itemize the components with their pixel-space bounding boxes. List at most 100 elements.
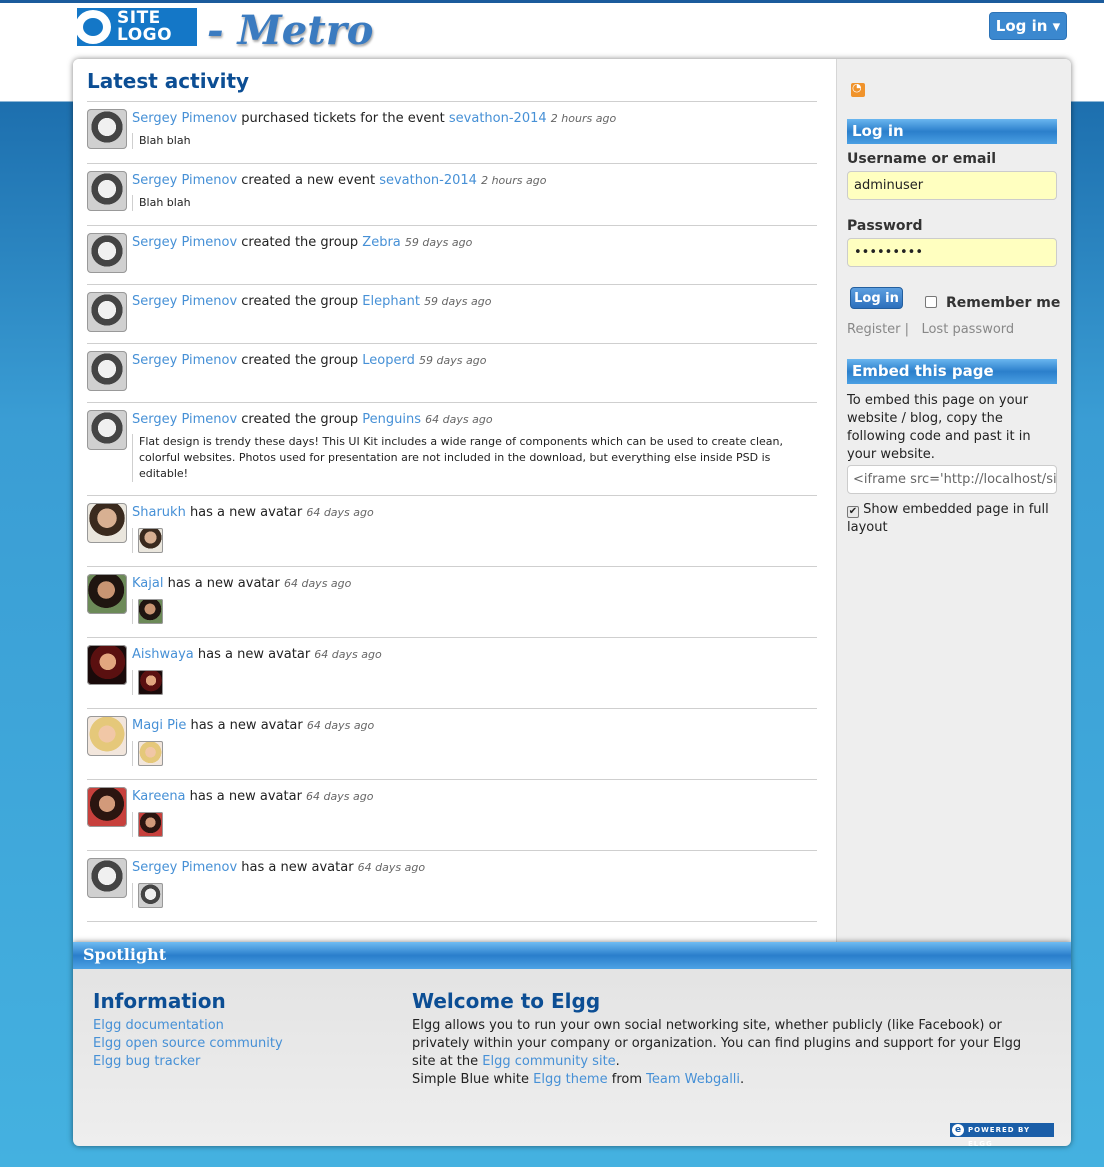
activity-time: 64 days ago [283,577,352,590]
powered-by-elgg-badge[interactable]: POWERED BY ELGG [950,1123,1054,1146]
new-avatar-thumbnail[interactable] [132,670,163,695]
activity-action: has a new avatar [185,505,307,520]
welcome-text: Elgg allows you to run your own social n… [412,1017,1042,1089]
password-label: Password [847,218,923,234]
welcome-period: . [615,1054,620,1069]
new-avatar-thumbnail[interactable] [132,528,163,553]
activity-item: Sergey Pimenov created the group Penguin… [87,403,817,496]
elgg-theme-link[interactable]: Elgg theme [533,1072,607,1087]
user-avatar[interactable] [87,109,127,149]
activity-time: 64 days ago [306,790,374,803]
site-logo[interactable]: SITE LOGO [75,8,197,46]
information-title: Information [93,989,226,1013]
theme-credit-period: . [740,1072,745,1087]
elgg-documentation-link[interactable]: Elgg documentation [93,1017,283,1035]
new-avatar-thumbnail[interactable] [132,812,163,837]
user-avatar[interactable] [87,503,127,543]
user-avatar[interactable] [87,787,127,827]
user-link[interactable]: Sergey Pimenov [132,173,237,188]
user-avatar[interactable] [87,645,127,685]
activity-item: Sergey Pimenov created the group Zebra 5… [87,226,817,285]
activity-action: purchased tickets for the event [237,111,449,126]
target-link[interactable]: Penguins [362,412,421,427]
user-avatar[interactable] [87,410,127,450]
login-links: Register | Lost password [847,322,1014,337]
user-link[interactable]: Sergey Pimenov [132,353,237,368]
username-label: Username or email [847,151,996,167]
footer: Spotlight Information Elgg documentation… [73,942,1071,1146]
new-avatar-thumbnail[interactable] [132,599,163,624]
embed-heading: Embed this page [847,359,1057,384]
user-avatar[interactable] [87,292,127,332]
target-link[interactable]: Elephant [362,294,420,309]
community-site-link[interactable]: Elgg community site [482,1054,615,1069]
logo-swirl-icon [75,10,111,44]
activity-time: 64 days ago [306,506,374,519]
new-avatar-thumbnail[interactable] [132,741,163,766]
logo-text-line2: LOGO [117,25,173,45]
rss-icon[interactable] [851,81,865,97]
activity-item: Sergey Pimenov has a new avatar 64 days … [87,851,817,922]
username-field[interactable]: adminuser [847,171,1057,200]
activity-action: has a new avatar [163,576,284,591]
activity-item: Sharukh has a new avatar 64 days ago [87,496,817,567]
user-avatar[interactable] [87,716,127,756]
user-avatar[interactable] [87,574,127,614]
login-button[interactable]: Log in [850,287,903,309]
user-link[interactable]: Kajal [132,576,163,591]
activity-time: 2 hours ago [481,174,547,187]
activity-item: Aishwaya has a new avatar 64 days ago [87,638,817,709]
activity-action: has a new avatar [186,718,307,733]
user-avatar[interactable] [87,171,127,211]
activity-time: 59 days ago [419,354,487,367]
user-avatar[interactable] [87,858,127,898]
show-embedded-label: Show embedded page in full layout [847,502,1049,535]
activity-time: 59 days ago [424,295,492,308]
user-link[interactable]: Magi Pie [132,718,186,733]
main-panel: Latest activity Sergey Pimenov purchased… [73,59,1071,942]
activity-item: Kajal has a new avatar 64 days ago [87,567,817,638]
activity-item: Sergey Pimenov created the group Leoperd… [87,344,817,403]
activity-time: 64 days ago [425,413,493,426]
theme-credit-text: Simple Blue white [412,1072,534,1087]
register-link[interactable]: Register [847,322,901,337]
spotlight-heading: Spotlight [73,942,1071,969]
welcome-title: Welcome to Elgg [412,989,601,1013]
user-link[interactable]: Sharukh [132,505,186,520]
target-link[interactable]: Leoperd [362,353,415,368]
embed-code-field[interactable]: <iframe src='http://localhost/sit [847,465,1057,494]
target-link[interactable]: sevathon-2014 [379,173,477,188]
user-link[interactable]: Sergey Pimenov [132,412,237,427]
new-avatar-thumbnail[interactable] [132,883,163,908]
user-link[interactable]: Sergey Pimenov [132,111,237,126]
team-webgalli-link[interactable]: Team Webgalli [646,1072,740,1087]
user-link[interactable]: Sergey Pimenov [132,235,237,250]
user-link[interactable]: Sergey Pimenov [132,294,237,309]
activity-time: 64 days ago [357,861,426,874]
sidebar: Log in Username or email adminuser Passw… [836,59,1071,942]
show-embedded-checkbox[interactable]: ✔ [847,506,859,518]
elgg-bug-tracker-link[interactable]: Elgg bug tracker [93,1053,283,1071]
user-link[interactable]: Aishwaya [132,647,194,662]
target-link[interactable]: Zebra [362,235,400,250]
activity-excerpt: Blah blah [132,133,817,149]
password-field[interactable]: ••••••••• [847,238,1057,267]
theme-credit-from: from [607,1072,647,1087]
site-header: SITE LOGO - Metro Log in ▾ [0,3,1104,53]
activity-time: 2 hours ago [550,112,617,125]
remember-me-checkbox[interactable] [925,296,937,308]
user-avatar[interactable] [87,233,127,273]
lost-password-link[interactable]: Lost password [921,322,1014,337]
user-link[interactable]: Sergey Pimenov [132,860,237,875]
login-dropdown-button[interactable]: Log in ▾ [989,12,1067,40]
user-link[interactable]: Kareena [132,789,186,804]
user-avatar[interactable] [87,351,127,391]
site-name[interactable]: - Metro [207,9,373,53]
show-embedded-option: ✔ Show embedded page in full layout [847,501,1057,537]
activity-action: created the group [237,235,363,250]
target-link[interactable]: sevathon-2014 [449,111,547,126]
elgg-community-link[interactable]: Elgg open source community [93,1035,283,1053]
activity-action: created the group [237,412,363,427]
activity-action: created a new event [237,173,380,188]
information-links: Elgg documentation Elgg open source comm… [93,1017,283,1071]
